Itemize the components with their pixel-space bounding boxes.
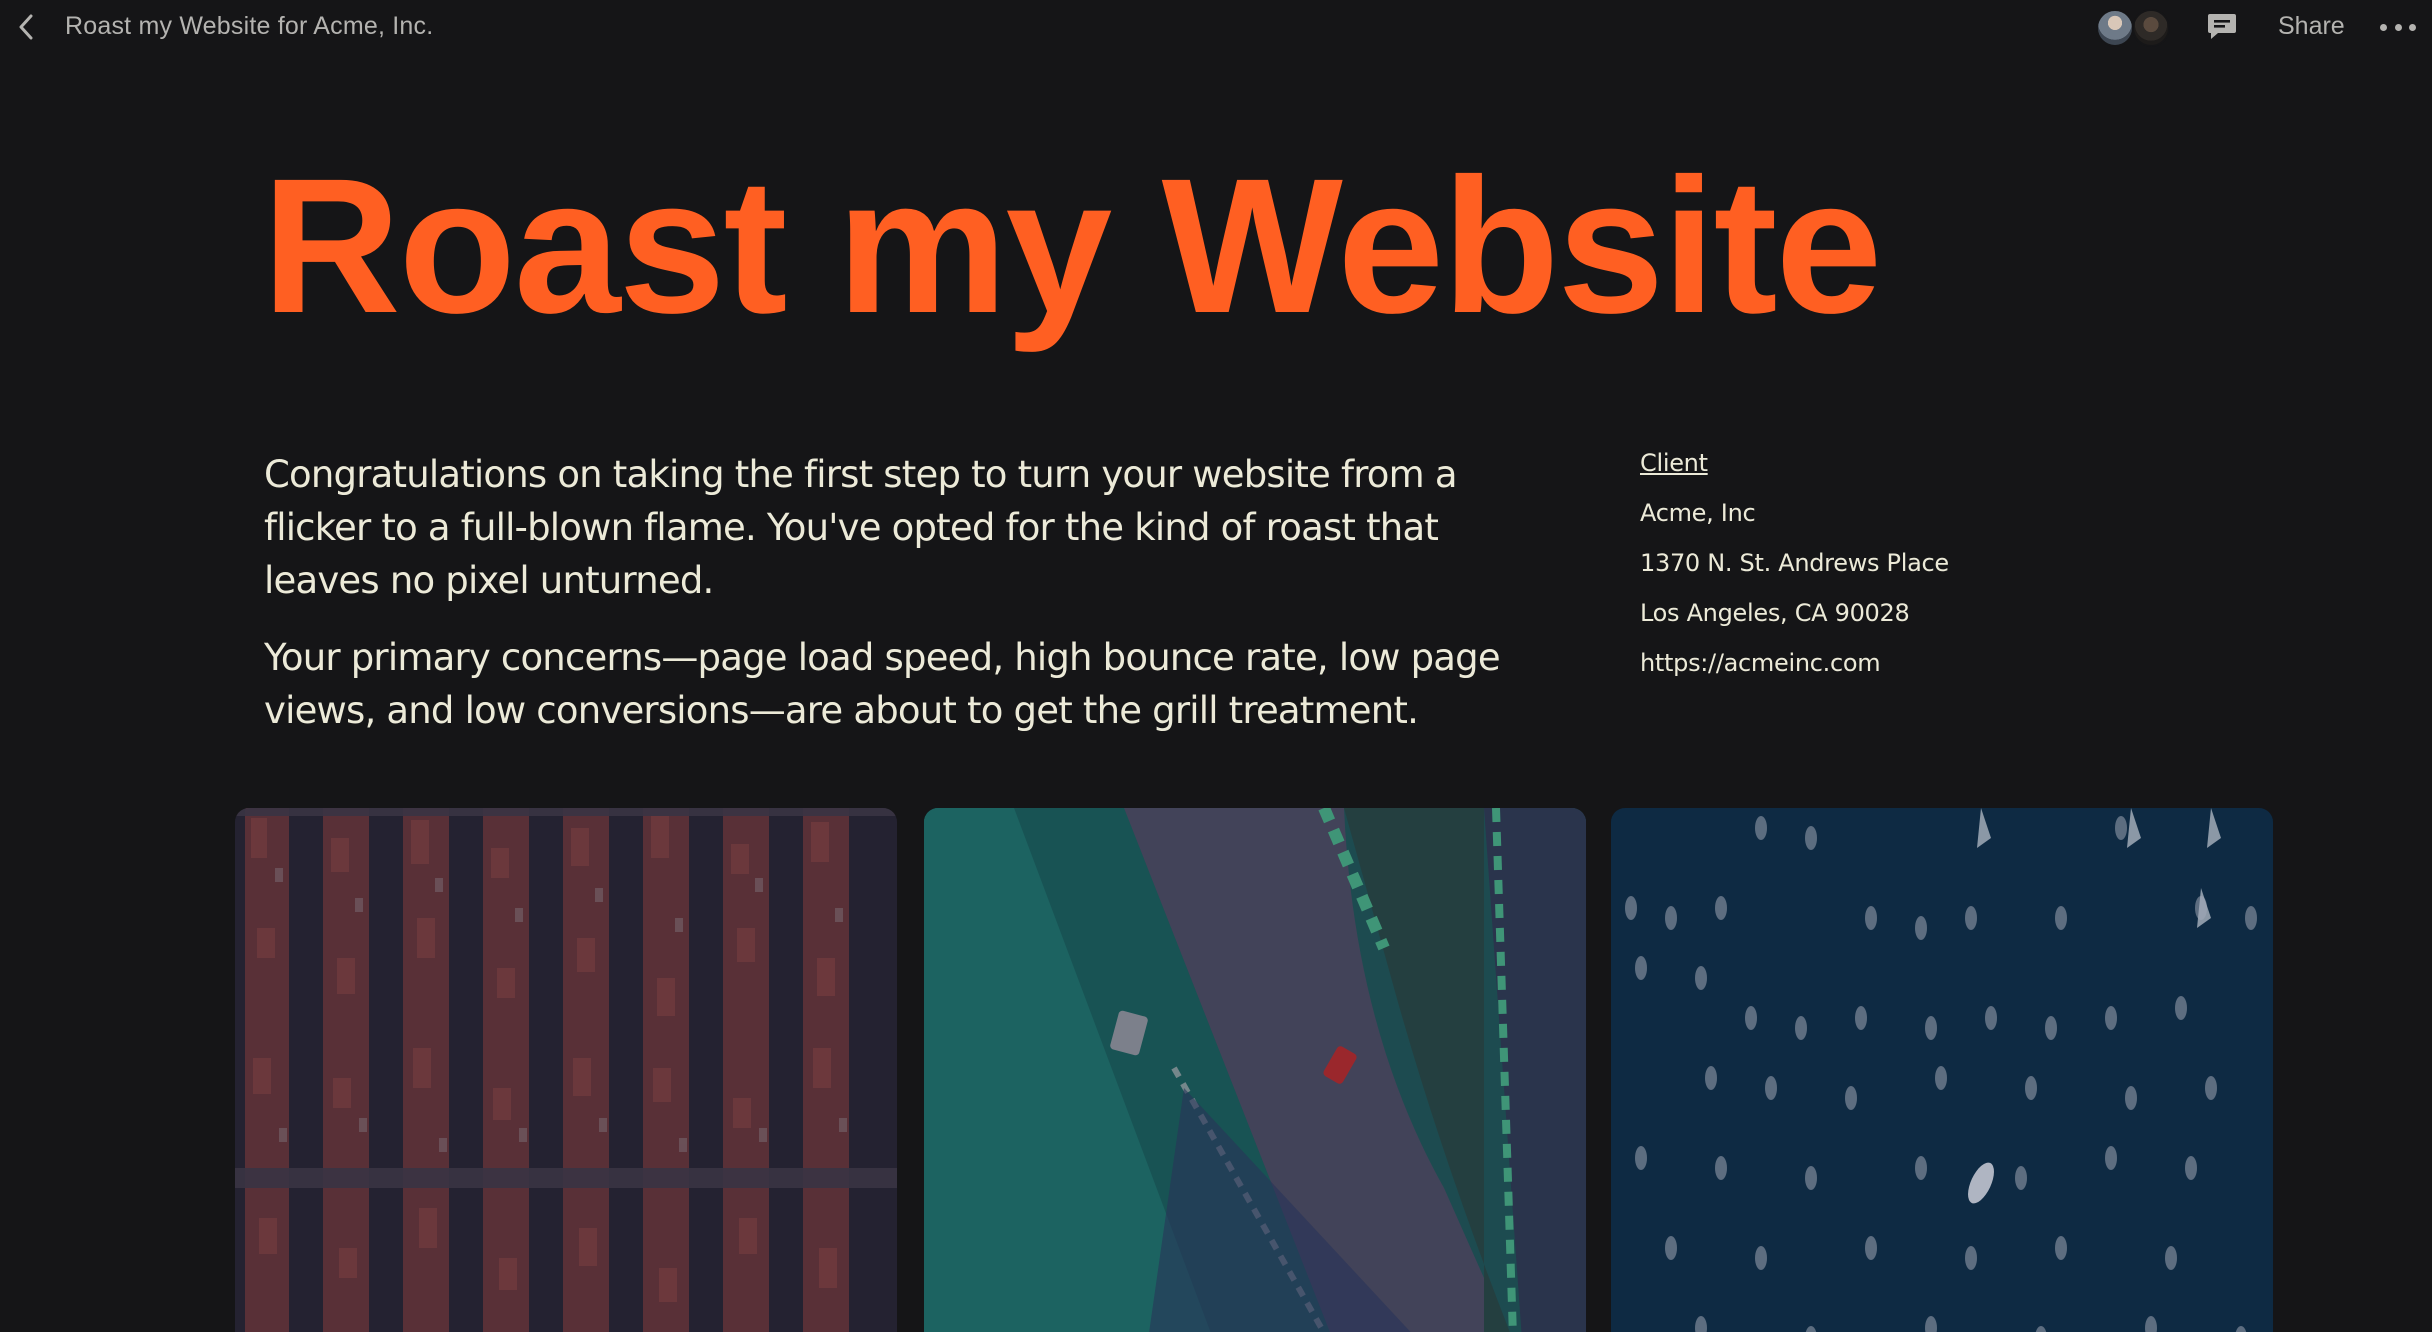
more-horizontal-icon — [2409, 23, 2416, 31]
gallery-image-marina[interactable] — [1611, 808, 2273, 1332]
share-button[interactable]: Share — [2278, 12, 2345, 41]
client-url[interactable]: https://acmeinc.com — [1640, 648, 2140, 698]
back-button[interactable] — [12, 10, 40, 44]
top-bar: Roast my Website for Acme, Inc. Share — [0, 0, 2432, 54]
intro-paragraph: Congratulations on taking the first step… — [264, 453, 1458, 602]
city-aerial-image — [235, 808, 897, 1332]
comment-button[interactable] — [2206, 12, 2238, 42]
document-title: Roast my Website for Acme, Inc. — [65, 12, 434, 40]
collaborator-avatars — [2096, 9, 2172, 47]
chevron-left-icon — [19, 14, 33, 40]
client-name: Acme, Inc — [1640, 499, 1756, 527]
client-address-line2: Los Angeles, CA 90028 — [1640, 599, 1910, 627]
more-horizontal-icon — [2380, 23, 2387, 31]
gallery-image-city[interactable] — [235, 808, 897, 1332]
more-horizontal-icon — [2394, 23, 2402, 31]
avatar[interactable] — [2096, 9, 2134, 47]
marina-aerial-image — [1611, 808, 2273, 1332]
comment-icon — [2208, 14, 2236, 39]
intro-text: Congratulations on taking the first step… — [264, 448, 1544, 761]
page: Roast my Website for Acme, Inc. Share Ro… — [0, 0, 2432, 1332]
client-info: Client Acme, Inc 1370 N. St. Andrews Pla… — [1640, 448, 2140, 698]
race-track-aerial-image — [924, 808, 1586, 1332]
client-label[interactable]: Client — [1640, 448, 2140, 498]
client-address-line1: 1370 N. St. Andrews Place — [1640, 549, 1949, 577]
page-title: Roast my Website — [262, 138, 1882, 353]
gallery-image-race-track[interactable] — [924, 808, 1586, 1332]
more-options-button[interactable] — [2380, 14, 2416, 40]
avatar[interactable] — [2132, 9, 2170, 47]
intro-paragraph: Your primary concerns—page load speed, h… — [264, 636, 1501, 732]
